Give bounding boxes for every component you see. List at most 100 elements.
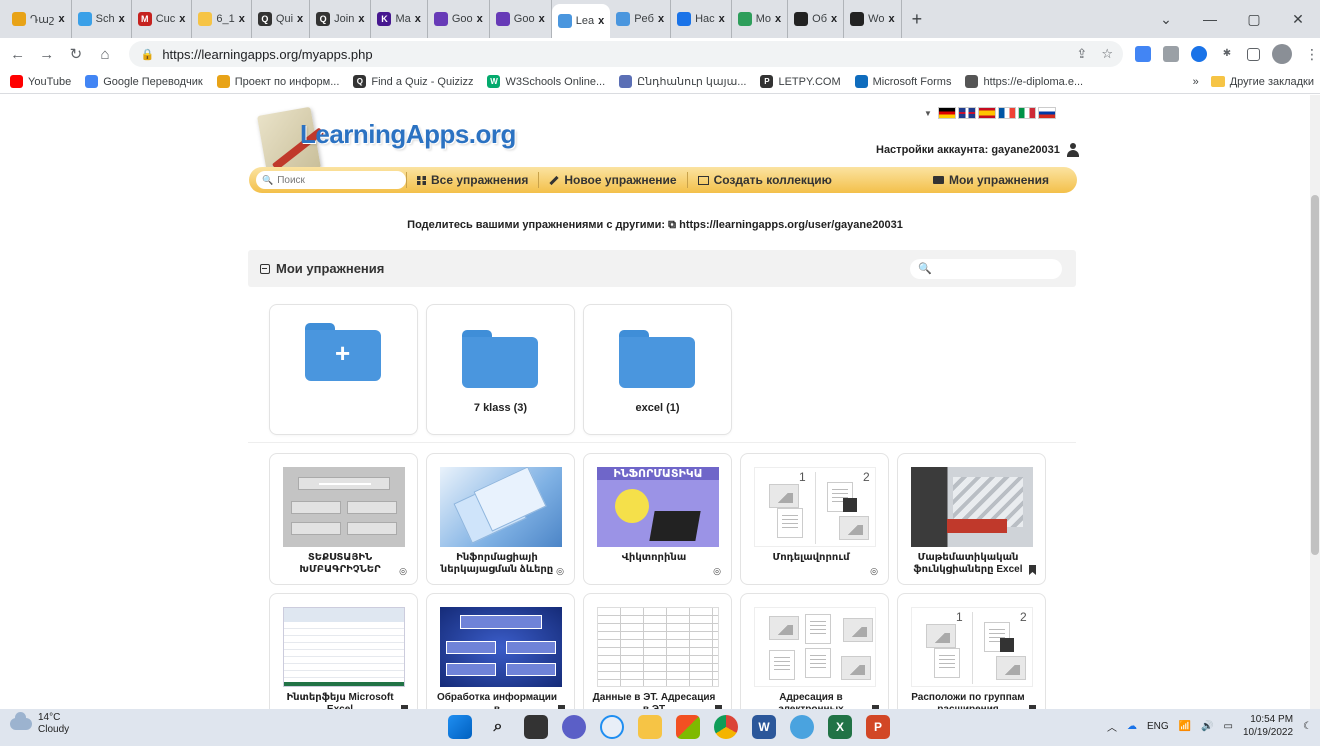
- wifi-icon[interactable]: 📶: [1179, 721, 1191, 732]
- browser-tab[interactable]: Q Join x: [310, 0, 372, 38]
- reload-button[interactable]: ↻: [64, 45, 87, 63]
- bookmark-item[interactable]: Microsoft Forms: [854, 75, 951, 88]
- flag-de-icon[interactable]: [937, 107, 956, 119]
- browser-tab[interactable]: Q Qui x: [252, 0, 311, 38]
- app-card[interactable]: Ինտերֆեյս Microsoft Excel: [269, 593, 418, 709]
- onedrive-icon[interactable]: ☁: [1127, 721, 1137, 732]
- site-logo[interactable]: LearningApps.org: [257, 103, 602, 178]
- bookmark-item[interactable]: P LETPY.COM: [760, 75, 841, 88]
- close-window-button[interactable]: ✕: [1276, 11, 1320, 28]
- powerpoint-icon[interactable]: P: [866, 715, 890, 739]
- page-scrollbar[interactable]: [1310, 95, 1320, 709]
- folder-card[interactable]: 7 klass (3): [426, 304, 575, 435]
- new-tab-button[interactable]: +: [902, 0, 933, 38]
- tab-close-icon[interactable]: x: [888, 13, 894, 25]
- restore-button[interactable]: ▢: [1232, 11, 1276, 28]
- clock[interactable]: 10:54 PM 10/19/2022: [1243, 713, 1293, 739]
- tab-close-icon[interactable]: x: [598, 15, 604, 27]
- tab-close-icon[interactable]: x: [415, 13, 421, 25]
- panel-search-input[interactable]: 🔍: [910, 258, 1062, 279]
- flag-it-icon[interactable]: [1017, 107, 1036, 119]
- browser-tab[interactable]: K Ma x: [371, 0, 428, 38]
- bookmark-item[interactable]: W W3Schools Online...: [487, 75, 605, 88]
- chrome-icon[interactable]: [714, 715, 738, 739]
- forward-button[interactable]: →: [35, 46, 58, 63]
- other-bookmarks-folder[interactable]: Другие закладки: [1210, 76, 1314, 88]
- tab-close-icon[interactable]: x: [831, 13, 837, 25]
- browser-tab[interactable]: Sch x: [72, 0, 132, 38]
- notifications-icon[interactable]: ☾: [1303, 721, 1312, 732]
- extensions-puzzle-icon[interactable]: ✱: [1219, 46, 1235, 62]
- bookmark-item[interactable]: https://e-diploma.e...: [965, 75, 1083, 88]
- app-card[interactable]: Данные в ЭТ. Адресация в ЭТ: [583, 593, 732, 709]
- app-card[interactable]: Մաթեմատիկական ֆունկցիաները Excel: [897, 453, 1046, 585]
- tab-close-icon[interactable]: x: [477, 13, 483, 25]
- share-url-link[interactable]: https://learningapps.org/user/gayane2003…: [679, 219, 903, 231]
- panel-title[interactable]: Мои упражнения: [260, 261, 384, 276]
- browser-tab[interactable]: Դաշ x: [6, 0, 72, 38]
- chat-icon[interactable]: [562, 715, 586, 739]
- profile-avatar[interactable]: [1271, 44, 1292, 64]
- task-view-icon[interactable]: [524, 715, 548, 739]
- browser-tab[interactable]: Peб x: [610, 0, 672, 38]
- app-card[interactable]: Обработка информации в: [426, 593, 575, 709]
- translate-extension-icon[interactable]: [1134, 46, 1151, 62]
- tab-close-icon[interactable]: x: [719, 13, 725, 25]
- lock-icon[interactable]: 🔒: [141, 48, 155, 61]
- menu-dots-icon[interactable]: ⋮: [1304, 46, 1320, 62]
- volume-icon[interactable]: 🔊: [1201, 721, 1213, 732]
- bookmark-item[interactable]: Проект по информ...: [216, 75, 339, 88]
- browser-tab[interactable]: Mo x: [732, 0, 789, 38]
- minimize-button[interactable]: —: [1188, 11, 1232, 27]
- side-panel-icon[interactable]: [1246, 47, 1260, 61]
- store-icon[interactable]: [676, 715, 700, 739]
- tab-close-icon[interactable]: x: [239, 13, 245, 25]
- flag-uk-icon[interactable]: [957, 107, 976, 119]
- zoom-extension-icon[interactable]: [1190, 46, 1207, 62]
- tab-close-icon[interactable]: x: [775, 13, 781, 25]
- back-button[interactable]: ←: [6, 46, 29, 63]
- app-card[interactable]: Адресация в электронных: [740, 593, 889, 709]
- app-card[interactable]: ՏԵՔՍՏԱՅԻՆ ԽՄԲԱԳՐԻՉՆԵՐ ◎: [269, 453, 418, 585]
- app-card[interactable]: Ինֆորմացիայի ներկայացման ձևերը ◎: [426, 453, 575, 585]
- battery-icon[interactable]: ▭: [1224, 721, 1233, 732]
- new-folder-card[interactable]: +: [269, 304, 418, 435]
- flag-es-icon[interactable]: [977, 107, 996, 119]
- tray-chevron-icon[interactable]: ︿: [1107, 719, 1117, 734]
- browser-tab[interactable]: Goo x: [490, 0, 552, 38]
- tab-close-icon[interactable]: x: [358, 13, 364, 25]
- bookmark-item[interactable]: YouTube: [10, 75, 71, 88]
- language-dropdown-icon[interactable]: ▼: [924, 109, 932, 118]
- tab-close-icon[interactable]: x: [658, 13, 664, 25]
- more-bookmarks-button[interactable]: »: [1193, 76, 1199, 88]
- browser-tab[interactable]: Goo x: [428, 0, 490, 38]
- browser-tab[interactable]: Wo x: [844, 0, 902, 38]
- flag-fr-icon[interactable]: [997, 107, 1016, 119]
- app-icon[interactable]: [790, 715, 814, 739]
- nav-my-exercises[interactable]: Мои упражнения: [923, 172, 1059, 188]
- start-icon[interactable]: [448, 715, 472, 739]
- address-bar[interactable]: 🔒 https://learningapps.org/myapps.php ⇪ …: [128, 41, 1123, 67]
- home-button[interactable]: ⌂: [93, 46, 116, 63]
- nav-create-collection[interactable]: Создать коллекцию: [686, 172, 842, 188]
- file-explorer-icon[interactable]: [638, 715, 662, 739]
- excel-icon[interactable]: X: [828, 715, 852, 739]
- browser-tab[interactable]: 6_1 x: [192, 0, 252, 38]
- share-icon[interactable]: ⇪: [1076, 46, 1087, 62]
- folder-card[interactable]: excel (1): [583, 304, 732, 435]
- extension-icon[interactable]: [1162, 46, 1179, 62]
- tab-search-icon[interactable]: ⌄: [1144, 11, 1188, 28]
- tab-close-icon[interactable]: x: [119, 13, 125, 25]
- weather-widget[interactable]: 14°C Cloudy: [10, 712, 69, 736]
- browser-tab[interactable]: M Cuc x: [132, 0, 193, 38]
- edge-icon[interactable]: [600, 715, 624, 739]
- site-search-input[interactable]: 🔍 Поиск: [256, 171, 406, 189]
- search-icon[interactable]: ⌕: [486, 715, 510, 739]
- account-settings-link[interactable]: Настройки аккаунта: gayane20031: [876, 143, 1080, 157]
- nav-new-exercise[interactable]: Новое упражнение: [538, 172, 686, 188]
- tab-close-icon[interactable]: x: [539, 13, 545, 25]
- word-icon[interactable]: W: [752, 715, 776, 739]
- browser-tab[interactable]: Lea x: [551, 4, 611, 38]
- bookmark-item[interactable]: Google Переводчик: [85, 75, 203, 88]
- bookmark-item[interactable]: Q Find a Quiz - Quizizz: [353, 75, 473, 88]
